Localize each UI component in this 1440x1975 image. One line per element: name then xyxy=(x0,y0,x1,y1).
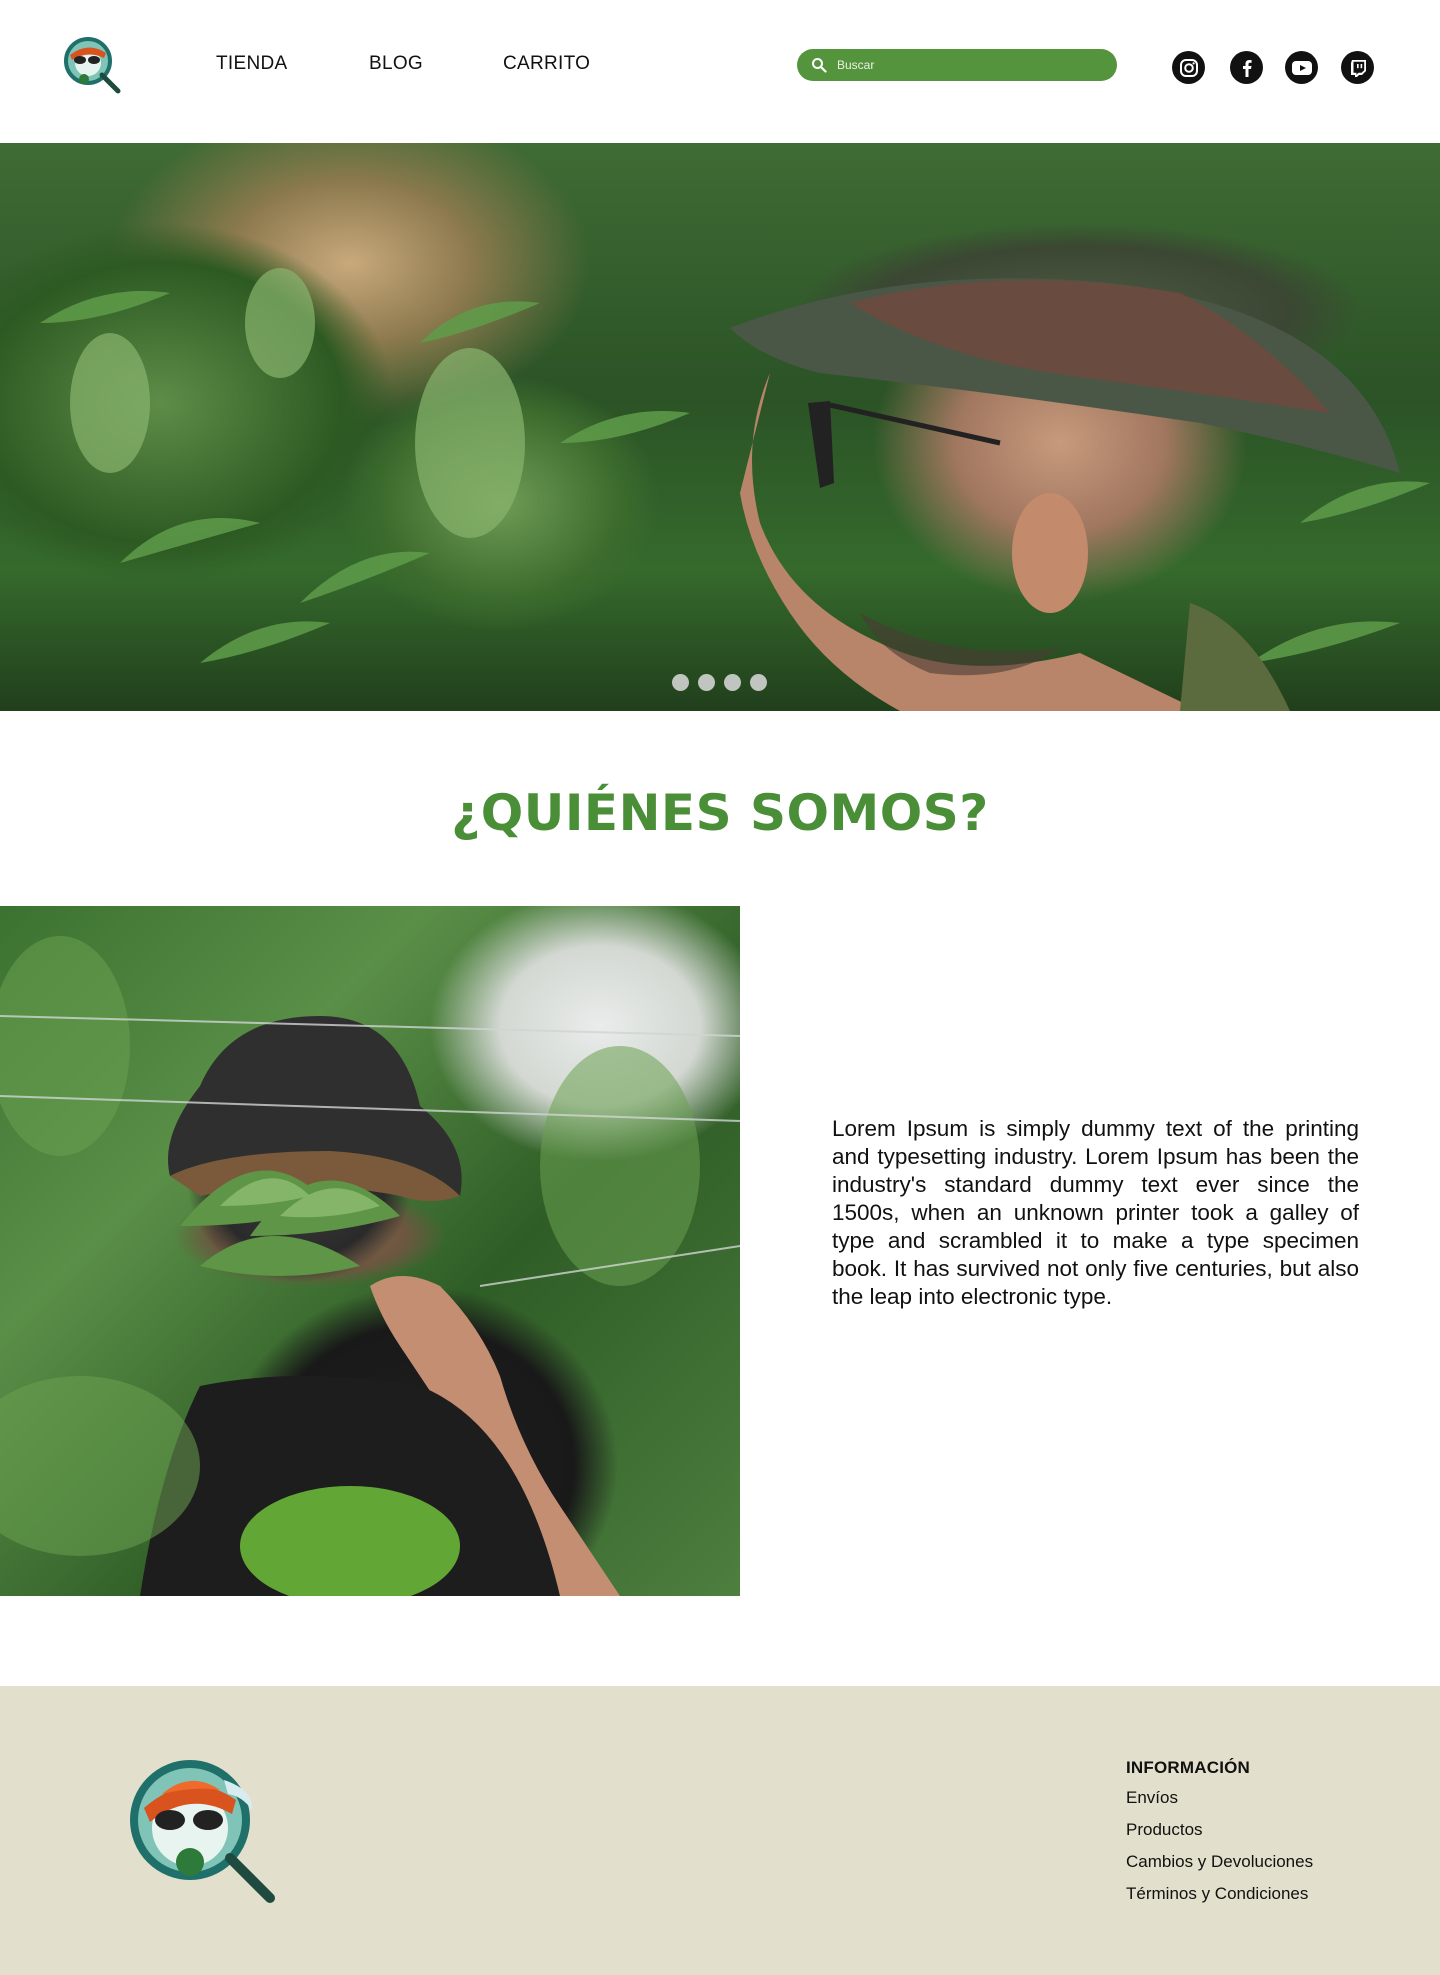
footer-info: INFORMACIÓN Envíos Productos Cambios y D… xyxy=(1126,1754,1313,1910)
instagram-icon[interactable] xyxy=(1172,51,1205,84)
youtube-icon[interactable] xyxy=(1285,51,1318,84)
nav-tienda[interactable]: TIENDA xyxy=(216,52,287,76)
twitch-icon[interactable] xyxy=(1341,51,1374,84)
hero-image xyxy=(40,268,1430,711)
about-text: Lorem Ipsum is simply dummy text of the … xyxy=(832,1116,1359,1309)
nav-blog[interactable]: BLOG xyxy=(369,52,423,76)
carousel-dot-4[interactable] xyxy=(750,674,767,691)
carousel-dots xyxy=(672,674,767,691)
footer-link-productos[interactable]: Productos xyxy=(1126,1814,1313,1846)
nav-carrito[interactable]: CARRITO xyxy=(503,52,590,76)
footer-link-cambios[interactable]: Cambios y Devoluciones xyxy=(1126,1846,1313,1878)
logo-icon-large[interactable] xyxy=(124,1750,280,1906)
search-icon xyxy=(812,58,827,73)
carousel-dot-2[interactable] xyxy=(698,674,715,691)
search-input[interactable] xyxy=(837,58,1097,72)
carousel-dot-3[interactable] xyxy=(724,674,741,691)
search-bar[interactable] xyxy=(797,49,1117,81)
footer-link-terminos[interactable]: Términos y Condiciones xyxy=(1126,1878,1313,1910)
about-title: ¿QUIÉNES SOMOS? xyxy=(451,784,989,842)
about-image-art xyxy=(0,936,740,1596)
facebook-icon[interactable] xyxy=(1230,51,1263,84)
page: TIENDA BLOG CARRITO Buscar ¿QUIÉNES SOMO… xyxy=(0,0,1440,1975)
site-footer: INFORMACIÓN Envíos Productos Cambios y D… xyxy=(0,1686,1440,1975)
hero-carousel[interactable] xyxy=(0,143,1440,711)
site-header: TIENDA BLOG CARRITO xyxy=(0,0,1440,143)
about-image xyxy=(0,906,740,1596)
carousel-dot-1[interactable] xyxy=(672,674,689,691)
logo-icon[interactable] xyxy=(60,33,126,99)
footer-link-envios[interactable]: Envíos xyxy=(1126,1782,1313,1814)
footer-heading: INFORMACIÓN xyxy=(1126,1758,1251,1777)
